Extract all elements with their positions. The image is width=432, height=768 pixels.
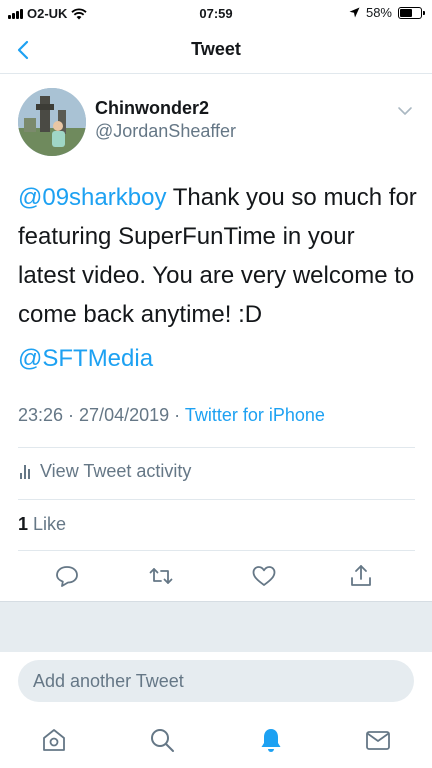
notifications-icon[interactable] [257,726,285,754]
search-icon[interactable] [148,726,176,754]
location-icon [349,7,360,18]
tweet-header: Chinwonder2 @JordanSheaffer [18,88,414,160]
divider [18,499,415,500]
likes-count[interactable]: 1 Like [18,514,66,535]
battery-icon [398,6,425,19]
retweet-icon[interactable] [148,563,174,589]
divider [18,447,415,448]
nav-bar: Tweet [0,28,432,74]
tweet-source-link[interactable]: Twitter for iPhone [185,405,325,425]
messages-icon[interactable] [364,726,392,754]
user-info[interactable]: Chinwonder2 @JordanSheaffer [95,98,236,142]
status-bar: O2-UK 07:59 58% [0,0,432,28]
home-icon[interactable] [40,726,68,754]
page-title: Tweet [191,39,241,59]
mention-link[interactable]: @09sharkboy [18,184,166,211]
avatar[interactable] [18,88,86,156]
status-right: 58% [349,5,425,20]
tweet-text: @09sharkboy Thank you so much for featur… [18,178,418,334]
activity-bars-icon [20,464,30,479]
tweet-timestamp: 23:26 · 27/04/2019 · [18,405,185,425]
activity-label: View Tweet activity [40,461,192,481]
divider [18,550,415,551]
tweet-actions [0,563,432,591]
tweet-meta: 23:26 · 27/04/2019 · Twitter for iPhone [18,405,325,426]
add-tweet-input[interactable]: Add another Tweet [18,660,414,702]
display-name[interactable]: Chinwonder2 [95,98,236,119]
view-tweet-activity-button[interactable]: View Tweet activity [18,461,191,482]
replies-separator [0,601,432,652]
like-count-label: Like [28,514,67,534]
like-icon[interactable] [251,563,277,589]
tab-bar [0,718,432,768]
avatar-image [18,88,86,156]
share-icon[interactable] [348,563,374,589]
reply-icon[interactable] [54,563,80,589]
battery-percent: 58% [365,5,392,20]
like-count-number: 1 [18,514,29,534]
mention-link-sftmedia[interactable]: @SFTMedia [18,345,153,373]
user-handle[interactable]: @JordanSheaffer [95,121,236,142]
chevron-down-icon[interactable] [396,102,414,120]
